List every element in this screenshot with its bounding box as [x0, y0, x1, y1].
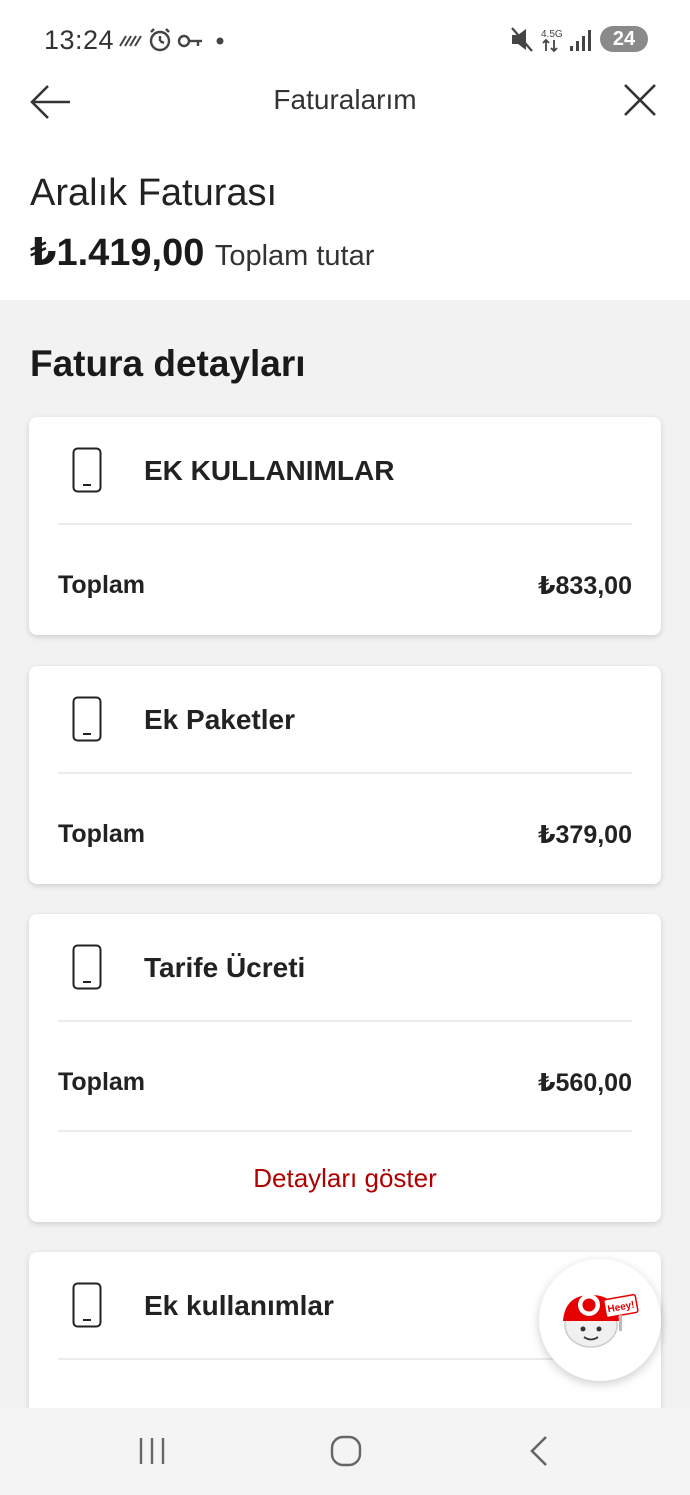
bill-title: Aralık Faturası: [30, 172, 278, 214]
phone-icon: [72, 944, 102, 990]
activity-icon: [119, 35, 142, 47]
phone-icon: [72, 1282, 102, 1328]
bill-amount-label: Toplam tutar: [214, 240, 375, 272]
card-title: EK KULLANIMLAR: [144, 455, 395, 486]
bill-amount: ₺1.419,00: [30, 232, 205, 274]
recent-apps-icon[interactable]: [136, 1436, 168, 1466]
status-icons-right: 4.5G: [511, 27, 591, 53]
section-title: Fatura detayları: [30, 343, 306, 384]
network-type: 4.5G: [541, 29, 563, 40]
phone-icon: [72, 447, 102, 493]
card-divider: [58, 1020, 632, 1022]
page-header: Faturalarım Aralık Faturası ₺1.419,00 To…: [0, 80, 690, 300]
system-nav-bar: [0, 1408, 690, 1495]
alarm-icon: [149, 28, 171, 52]
back-nav-icon[interactable]: [528, 1435, 550, 1467]
mascot-icon: Heey!: [563, 1293, 639, 1348]
status-bar: 13:24 4.5G 24: [0, 0, 690, 80]
card-divider: [58, 523, 632, 525]
bill-card-ek-paketler[interactable]: Ek Paketler Toplam ₺379,00: [29, 666, 661, 884]
home-icon[interactable]: [330, 1435, 362, 1467]
total-value: ₺560,00: [538, 1069, 632, 1097]
mute-icon: [511, 27, 533, 52]
total-value: ₺833,00: [538, 572, 632, 600]
show-details-link[interactable]: Detayları göster: [29, 1163, 661, 1194]
card-divider: [58, 1130, 632, 1132]
key-icon: [177, 34, 202, 48]
card-divider: [58, 772, 632, 774]
dot-icon: [216, 37, 224, 45]
card-title: Ek kullanımlar: [144, 1290, 334, 1321]
battery-badge: 24: [600, 26, 648, 52]
bill-amount-row: ₺1.419,00 Toplam tutar: [30, 230, 374, 275]
card-title: Tarife Ücreti: [144, 952, 306, 983]
bill-card-ek-kullanimlar-upper[interactable]: EK KULLANIMLAR Toplam ₺833,00: [29, 417, 661, 635]
page-title: Faturalarım: [273, 84, 417, 115]
total-value: ₺379,00: [538, 821, 632, 849]
total-label: Toplam: [58, 571, 146, 599]
bill-card-tarife-ucreti[interactable]: Tarife Ücreti Toplam ₺560,00 Detayları g…: [29, 914, 661, 1222]
card-title: Ek Paketler: [144, 704, 295, 735]
signal-icon: [570, 30, 591, 51]
total-label: Toplam: [58, 1068, 146, 1096]
phone-icon: [72, 696, 102, 742]
close-icon[interactable]: [622, 82, 658, 118]
battery-level: 24: [612, 28, 636, 50]
status-icons-left: [119, 28, 224, 52]
chat-assistant-button[interactable]: Heey!: [539, 1259, 661, 1381]
data-arrows-icon: [542, 38, 558, 53]
status-time: 13:24: [44, 25, 115, 55]
total-label: Toplam: [58, 820, 146, 848]
